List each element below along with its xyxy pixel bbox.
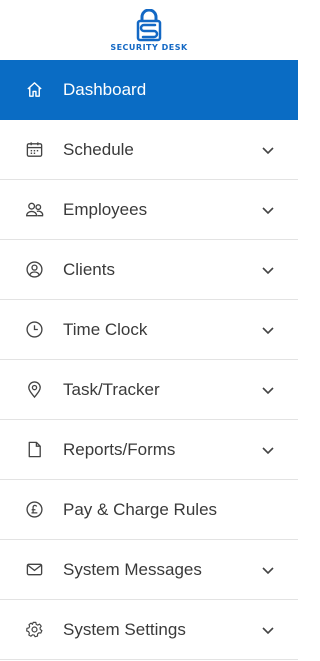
sidebar-item-clients[interactable]: Clients: [0, 240, 298, 300]
sidebar-item-pay-charge-rules[interactable]: Pay & Charge Rules: [0, 480, 298, 540]
sidebar-item-task-tracker[interactable]: Task/Tracker: [0, 360, 298, 420]
pound-coin-icon: [24, 500, 44, 520]
logo-text: Security Desk: [110, 43, 188, 52]
sidebar-item-label: Task/Tracker: [63, 379, 160, 399]
chevron-down-icon[interactable]: [261, 203, 275, 217]
chevron-down-icon[interactable]: [261, 143, 275, 157]
sidebar-item-dashboard[interactable]: Dashboard: [0, 60, 298, 120]
sidebar-item-label: Dashboard: [63, 79, 147, 99]
logo[interactable]: Security Desk: [0, 0, 298, 60]
chevron-down-icon[interactable]: [261, 563, 275, 577]
gear-icon: [24, 620, 44, 640]
sidebar-item-label: Clients: [63, 259, 115, 279]
clock-icon: [24, 320, 44, 340]
sidebar-item-employees[interactable]: Employees: [0, 180, 298, 240]
sidebar-item-label: Pay & Charge Rules: [63, 499, 218, 519]
calendar-icon: [24, 140, 44, 160]
sidebar-item-label: Employees: [63, 199, 148, 219]
map-pin-icon: [24, 380, 44, 400]
chevron-down-icon[interactable]: [261, 323, 275, 337]
file-icon: [24, 440, 44, 460]
sidebar-item-label: System Messages: [63, 559, 202, 579]
sidebar-item-label: Time Clock: [63, 319, 148, 339]
sidebar-item-reports-forms[interactable]: Reports/Forms: [0, 420, 298, 480]
envelope-icon: [24, 560, 44, 580]
users-icon: [24, 200, 44, 220]
chevron-down-icon[interactable]: [261, 263, 275, 277]
chevron-down-icon[interactable]: [261, 443, 275, 457]
sidebar-item-label: Schedule: [63, 139, 134, 159]
sidebar-item-system-settings[interactable]: System Settings: [0, 600, 298, 660]
sidebar-item-system-messages[interactable]: System Messages: [0, 540, 298, 600]
chevron-down-icon[interactable]: [261, 383, 275, 397]
padlock-logo-icon: [136, 9, 162, 42]
sidebar-item-time-clock[interactable]: Time Clock: [0, 300, 298, 360]
sidebar-nav: Dashboard Schedule Employees Clients Tim…: [0, 60, 298, 660]
user-circle-icon: [24, 260, 44, 280]
sidebar-item-schedule[interactable]: Schedule: [0, 120, 298, 180]
sidebar-item-label: System Settings: [63, 619, 186, 639]
sidebar-item-label: Reports/Forms: [63, 439, 176, 459]
sidebar: Security Desk Dashboard Schedule Employe…: [0, 0, 298, 661]
home-icon: [24, 80, 44, 100]
chevron-down-icon[interactable]: [261, 623, 275, 637]
